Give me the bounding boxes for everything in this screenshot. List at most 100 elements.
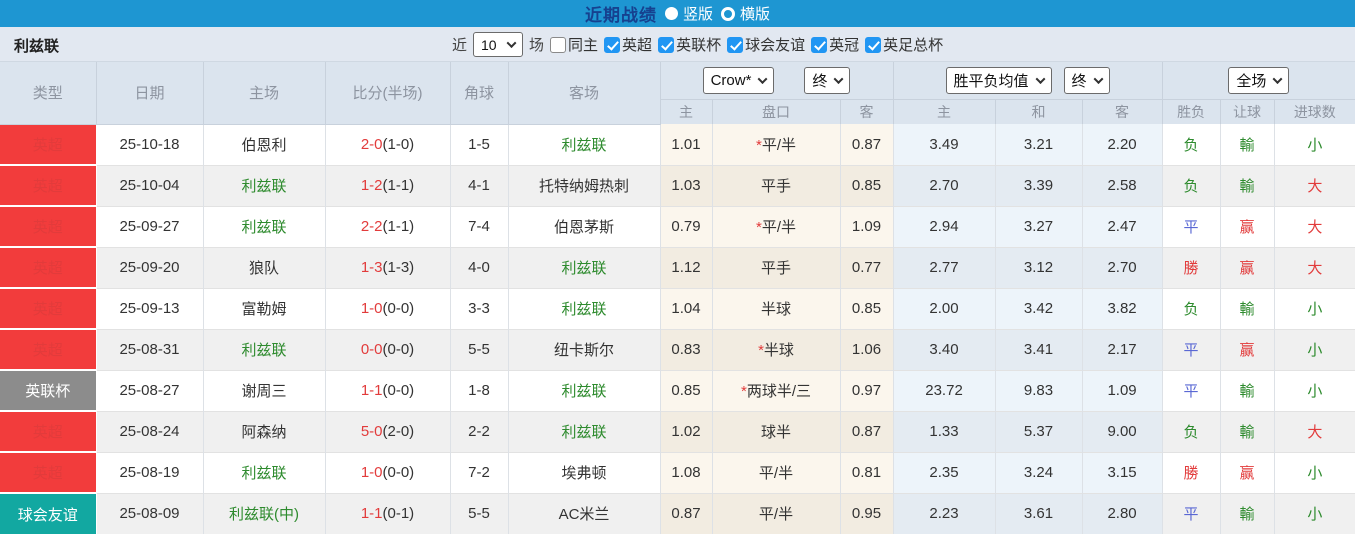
league-label: 球会友谊 — [745, 37, 806, 54]
halftime-score: (0-0) — [382, 300, 415, 317]
league-filter-efl-cup[interactable]: 英联杯 — [658, 34, 721, 55]
avg-draw-cell: 3.39 — [995, 164, 1083, 206]
score-cell: 2-0(1-0) — [325, 124, 451, 165]
col-header-date: 日期 — [96, 62, 204, 125]
odds-away-cell: 0.97 — [840, 369, 894, 411]
league-filter-epl[interactable]: 英超 — [604, 34, 652, 55]
checkbox-checked-icon[interactable] — [658, 36, 675, 53]
avg-home-cell: 2.70 — [893, 164, 996, 206]
table-row: 英超 25-10-04 利兹联 1-2(1-1) 4-1 托特纳姆热刺 1.03… — [0, 164, 1355, 206]
odds-home-cell: 0.83 — [660, 328, 713, 370]
result-cell: 平 — [1162, 369, 1221, 411]
checkbox-checked-icon[interactable] — [811, 36, 828, 53]
col-header-corner: 角球 — [450, 62, 509, 125]
avg-odds-header: 胜平负均值 终 — [893, 62, 1163, 100]
result-cell: 平 — [1162, 492, 1221, 534]
score-cell: 1-3(1-3) — [325, 246, 451, 288]
radio-selected-icon[interactable] — [664, 7, 678, 20]
avg-away-cell: 2.47 — [1082, 205, 1163, 247]
home-team: 伯恩利 — [203, 124, 326, 165]
away-team: 托特纳姆热刺 — [508, 164, 661, 206]
away-team: 利兹联 — [508, 287, 661, 329]
date-cell: 25-09-13 — [96, 287, 204, 329]
home-team: 富勒姆 — [203, 287, 326, 329]
home-team: 阿森纳 — [203, 410, 326, 452]
goals-cell: 小 — [1274, 492, 1355, 534]
odds-home-cell: 1.03 — [660, 164, 713, 206]
odds-time-select[interactable]: 终 — [804, 66, 851, 94]
corner-cell: 7-4 — [450, 205, 509, 247]
fulltime-score: 1-0 — [360, 300, 383, 317]
avg-type-select[interactable]: 胜平负均值 — [945, 66, 1052, 94]
home-team: 谢周三 — [203, 369, 326, 411]
fulltime-score: 5-0 — [360, 423, 383, 440]
avg-type-value: 胜平负均值 — [953, 72, 1029, 90]
avg-draw-cell: 3.27 — [995, 205, 1083, 247]
odds-home-cell: 0.87 — [660, 492, 713, 534]
score-cell: 2-2(1-1) — [325, 205, 451, 247]
score-cell: 1-0(0-0) — [325, 287, 451, 329]
radio-vertical-label: 竖版 — [682, 6, 713, 23]
league-filter-friendly[interactable]: 球会友谊 — [727, 34, 805, 55]
handicap-cell: 平/半 — [712, 492, 841, 534]
chevron-down-icon — [1035, 73, 1045, 84]
handicap-cell: 半球 — [712, 287, 841, 329]
away-team: 纽卡斯尔 — [508, 328, 661, 370]
sub-header-odds-home: 主 — [660, 99, 713, 124]
layout-vertical-option[interactable]: 竖版 — [664, 3, 713, 24]
odds-away-cell: 0.87 — [840, 124, 894, 165]
sub-header-avg-draw: 和 — [995, 99, 1083, 124]
odds-away-cell: 0.85 — [840, 287, 894, 329]
avg-home-cell: 2.00 — [893, 287, 996, 329]
league-filter-fa-cup[interactable]: 英足总杯 — [865, 34, 943, 55]
same-home-checkbox[interactable]: 同主 — [550, 34, 598, 55]
score-cell: 1-0(0-0) — [325, 451, 451, 493]
table-row: 英超 25-09-13 富勒姆 1-0(0-0) 3-3 利兹联 1.04 半球… — [0, 287, 1355, 329]
corner-cell: 1-5 — [450, 124, 509, 165]
league-filter-championship[interactable]: 英冠 — [811, 34, 859, 55]
handicap-text: 平手 — [760, 178, 791, 195]
checkbox-unchecked-icon[interactable] — [550, 36, 567, 53]
scope-select[interactable]: 全场 — [1228, 66, 1290, 94]
radio-unselected-icon[interactable] — [721, 6, 735, 21]
avg-away-cell: 2.70 — [1082, 246, 1163, 288]
handicap-cell: 平/半 — [712, 451, 841, 493]
checkbox-checked-icon[interactable] — [727, 36, 744, 53]
avg-home-cell: 2.94 — [893, 205, 996, 247]
league-badge: 英超 — [0, 124, 97, 165]
chevron-down-icon — [506, 38, 517, 49]
fulltime-score: 1-0 — [360, 464, 383, 481]
league-badge: 英超 — [0, 246, 97, 288]
sub-header-let-ball: 让球 — [1220, 99, 1275, 124]
odds-company-select[interactable]: Crow* — [702, 66, 775, 94]
table-row: 英超 25-08-19 利兹联 1-0(0-0) 7-2 埃弗顿 1.08 平/… — [0, 451, 1355, 493]
league-badge: 英超 — [0, 205, 97, 247]
date-cell: 25-08-31 — [96, 328, 204, 370]
league-label: 英足总杯 — [883, 37, 944, 54]
date-cell: 25-09-20 — [96, 246, 204, 288]
layout-horizontal-option[interactable]: 横版 — [721, 3, 770, 24]
table-row: 英超 25-09-27 利兹联 2-2(1-1) 7-4 伯恩茅斯 0.79 *… — [0, 205, 1355, 247]
halftime-score: (0-0) — [382, 382, 415, 399]
fulltime-score: 2-2 — [360, 218, 383, 235]
col-header-home: 主场 — [203, 62, 326, 125]
recent-count-select[interactable]: 10 — [473, 32, 524, 57]
result-cell: 负 — [1162, 287, 1221, 329]
avg-time-select[interactable]: 终 — [1063, 66, 1110, 94]
halftime-score: (1-1) — [382, 218, 415, 235]
avg-time-value: 终 — [1071, 72, 1087, 90]
date-cell: 25-10-04 — [96, 164, 204, 206]
date-cell: 25-08-09 — [96, 492, 204, 534]
corner-cell: 7-2 — [450, 451, 509, 493]
avg-away-cell: 2.58 — [1082, 164, 1163, 206]
handicap-cell: 平手 — [712, 246, 841, 288]
table-row: 英超 25-10-18 伯恩利 2-0(1-0) 1-5 利兹联 1.01 *平… — [0, 124, 1355, 165]
radio-horizontal-label: 横版 — [740, 6, 771, 23]
let-ball-cell: 輸 — [1220, 287, 1275, 329]
checkbox-checked-icon[interactable] — [865, 36, 882, 53]
checkbox-checked-icon[interactable] — [604, 36, 621, 53]
home-team: 利兹联 — [203, 328, 326, 370]
odds-away-cell: 0.77 — [840, 246, 894, 288]
avg-away-cell: 3.15 — [1082, 451, 1163, 493]
goals-cell: 大 — [1274, 410, 1355, 452]
